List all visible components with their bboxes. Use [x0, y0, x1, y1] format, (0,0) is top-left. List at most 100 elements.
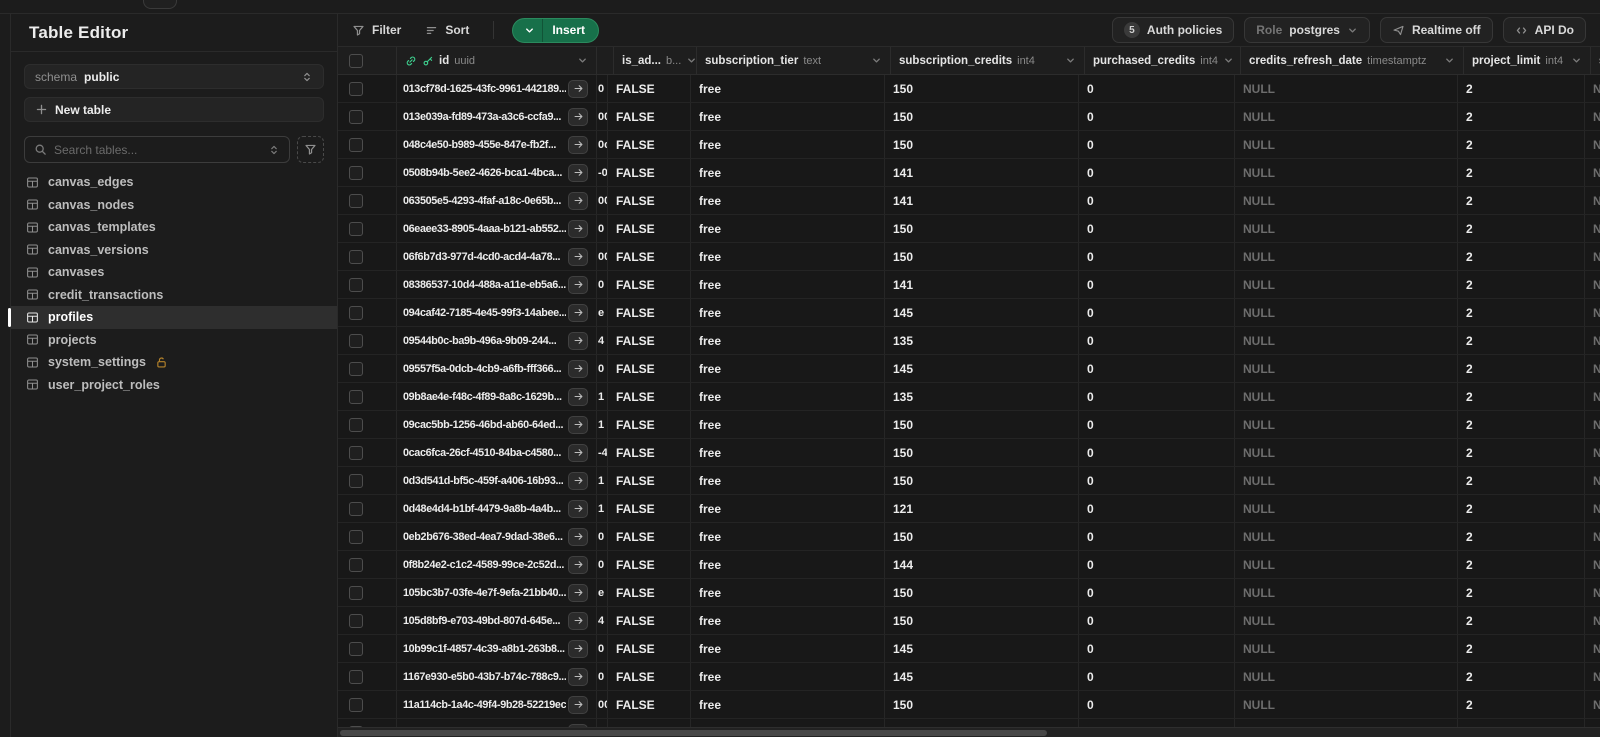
cell-is-admin[interactable]: FALSE [608, 635, 691, 662]
cell-is-admin[interactable]: FALSE [608, 271, 691, 298]
cell-clipped-fragment[interactable]: -4 [597, 439, 608, 466]
cell-credits-refresh-date[interactable]: NULL [1235, 411, 1458, 438]
cell-id[interactable]: 10b99c1f-4857-4c39-a8b1-263b8... [397, 635, 597, 662]
cell-subscription-credits[interactable]: 145 [885, 299, 1079, 326]
cell-is-admin[interactable]: FALSE [608, 187, 691, 214]
cell-clipped-fragment[interactable]: 4 [597, 327, 608, 354]
cell-subscription-tier[interactable]: free [691, 663, 885, 690]
cell-overflow[interactable]: NULL [1585, 383, 1600, 410]
row-checkbox[interactable] [349, 109, 363, 124]
sidebar-item-credit_transactions[interactable]: credit_transactions [11, 284, 337, 307]
cell-subscription-tier[interactable]: free [691, 691, 885, 718]
cell-purchased-credits[interactable]: 0 [1079, 103, 1235, 130]
cell-is-admin[interactable]: FALSE [608, 75, 691, 102]
row-expand-button[interactable] [568, 79, 588, 98]
row-expand-button[interactable] [568, 135, 588, 154]
cell-is-admin[interactable]: FALSE [608, 383, 691, 410]
cell-purchased-credits[interactable]: 0 [1079, 215, 1235, 242]
row-expand-button[interactable] [568, 471, 588, 490]
cell-purchased-credits[interactable]: 0 [1079, 131, 1235, 158]
cell-subscription-credits[interactable]: 150 [885, 523, 1079, 550]
column-header-subscription_credits[interactable]: subscription_credits int4 [891, 47, 1085, 74]
cell-clipped-fragment[interactable]: 0 [597, 635, 608, 662]
cell-clipped-fragment[interactable]: 1 [597, 411, 608, 438]
column-header-id[interactable]: id uuid [397, 47, 597, 74]
cell-credits-refresh-date[interactable]: NULL [1235, 579, 1458, 606]
row-expand-button[interactable] [568, 331, 588, 350]
role-select-button[interactable]: Role postgres [1244, 17, 1370, 43]
cell-overflow[interactable]: NULL [1585, 691, 1600, 718]
cell-id[interactable]: 048c4e50-b989-455e-847e-fb2f... [397, 131, 597, 158]
cell-project-limit[interactable]: 2 [1458, 215, 1585, 242]
cell-is-admin[interactable]: FALSE [608, 103, 691, 130]
cell-overflow[interactable]: NULL [1585, 299, 1600, 326]
chevrons-up-down-icon[interactable] [268, 144, 280, 156]
cell-project-limit[interactable]: 2 [1458, 131, 1585, 158]
cell-overflow[interactable]: NULL [1585, 551, 1600, 578]
column-header-credits_refresh_date[interactable]: credits_refresh_date timestamptz [1241, 47, 1464, 74]
column-menu-chevron-icon[interactable] [1444, 55, 1455, 66]
column-header-project_limit[interactable]: project_limit int4 [1464, 47, 1591, 74]
cell-id[interactable]: 09544b0c-ba9b-496a-9b09-244... [397, 327, 597, 354]
row-expand-button[interactable] [568, 667, 588, 686]
cell-subscription-tier[interactable]: free [691, 327, 885, 354]
cell-id[interactable]: 08386537-10d4-488a-a11e-eb5a6... [397, 271, 597, 298]
cell-clipped-fragment[interactable]: 00 [597, 103, 608, 130]
cell-subscription-credits[interactable]: 135 [885, 383, 1079, 410]
cell-clipped-fragment[interactable]: 0 [597, 355, 608, 382]
cell-overflow[interactable]: NULL [1585, 635, 1600, 662]
cell-overflow[interactable]: NULL [1585, 523, 1600, 550]
cell-id[interactable]: 0cac6fca-26cf-4510-84ba-c4580... [397, 439, 597, 466]
cell-subscription-tier[interactable]: free [691, 299, 885, 326]
cell-credits-refresh-date[interactable]: NULL [1235, 495, 1458, 522]
sort-button[interactable]: Sort [425, 23, 469, 37]
cell-is-admin[interactable]: FALSE [608, 243, 691, 270]
cell-purchased-credits[interactable]: 0 [1079, 691, 1235, 718]
cell-is-admin[interactable]: FALSE [608, 523, 691, 550]
cell-is-admin[interactable]: FALSE [608, 439, 691, 466]
cell-credits-refresh-date[interactable]: NULL [1235, 299, 1458, 326]
row-checkbox[interactable] [349, 501, 363, 516]
row-expand-button[interactable] [568, 387, 588, 406]
row-checkbox[interactable] [349, 277, 363, 292]
cell-purchased-credits[interactable]: 0 [1079, 467, 1235, 494]
cell-overflow[interactable]: NULL [1585, 439, 1600, 466]
cell-credits-refresh-date[interactable]: NULL [1235, 187, 1458, 214]
cell-credits-refresh-date[interactable]: NULL [1235, 663, 1458, 690]
cell-project-limit[interactable]: 2 [1458, 411, 1585, 438]
row-expand-button[interactable] [568, 611, 588, 630]
cell-id[interactable]: 0eb2b676-38ed-4ea7-9dad-38e6... [397, 523, 597, 550]
cell-clipped-fragment[interactable]: e [597, 579, 608, 606]
cell-id[interactable]: 1167e930-e5b0-43b7-b74c-788c9... [397, 663, 597, 690]
cell-credits-refresh-date[interactable]: NULL [1235, 243, 1458, 270]
row-checkbox[interactable] [349, 557, 363, 572]
cell-credits-refresh-date[interactable]: NULL [1235, 691, 1458, 718]
realtime-toggle-button[interactable]: Realtime off [1379, 17, 1493, 43]
schema-select[interactable]: schema public [24, 64, 324, 89]
row-checkbox[interactable] [349, 81, 363, 96]
cell-subscription-credits[interactable]: 141 [885, 159, 1079, 186]
cell-id[interactable]: 0508b94b-5ee2-4626-bca1-4bca... [397, 159, 597, 186]
row-expand-button[interactable] [568, 359, 588, 378]
cell-overflow[interactable]: NULL [1585, 663, 1600, 690]
filter-button[interactable]: Filter [352, 23, 401, 37]
cell-subscription-tier[interactable]: free [691, 607, 885, 634]
cell-id[interactable]: 0d48e4d4-b1bf-4479-9a8b-4a4b... [397, 495, 597, 522]
row-checkbox[interactable] [349, 389, 363, 404]
cell-id[interactable]: 063505e5-4293-4faf-a18c-0e65b... [397, 187, 597, 214]
row-expand-button[interactable] [568, 303, 588, 322]
api-docs-button[interactable]: API Do [1502, 17, 1586, 43]
cell-is-admin[interactable]: FALSE [608, 663, 691, 690]
cell-purchased-credits[interactable]: 0 [1079, 635, 1235, 662]
column-menu-chevron-icon[interactable] [871, 55, 882, 66]
sidebar-item-canvas_versions[interactable]: canvas_versions [11, 239, 337, 262]
cell-clipped-fragment[interactable]: 00 [597, 187, 608, 214]
cell-credits-refresh-date[interactable]: NULL [1235, 103, 1458, 130]
cell-subscription-tier[interactable]: free [691, 131, 885, 158]
sidebar-item-canvas_edges[interactable]: canvas_edges [11, 171, 337, 194]
cell-subscription-credits[interactable]: 150 [885, 215, 1079, 242]
cell-credits-refresh-date[interactable]: NULL [1235, 215, 1458, 242]
column-header-is_admin[interactable]: is_ad... b... [614, 47, 697, 74]
column-menu-chevron-icon[interactable] [577, 55, 588, 66]
cell-project-limit[interactable]: 2 [1458, 663, 1585, 690]
